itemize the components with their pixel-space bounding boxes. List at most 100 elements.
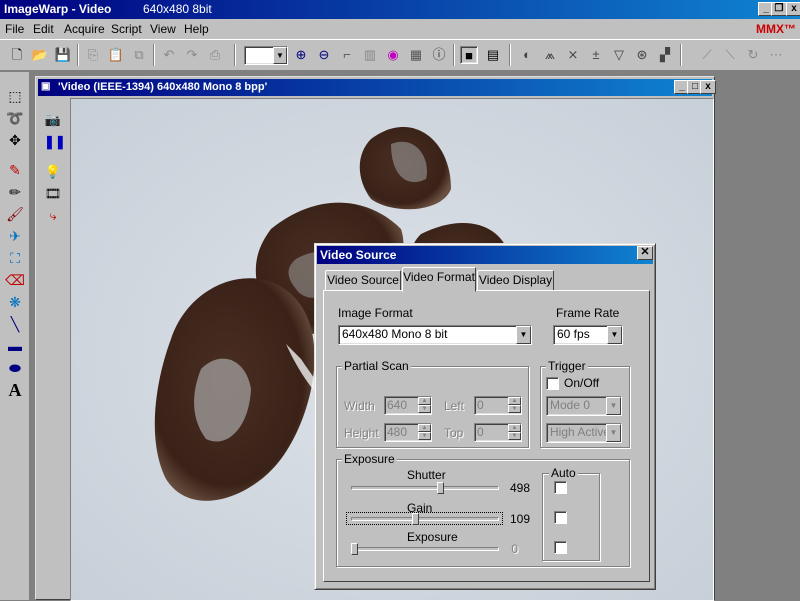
fft-icon[interactable]: ⊛ (633, 46, 651, 64)
dialog-close-button[interactable]: ✕ (637, 246, 653, 260)
shutter-slider-thumb[interactable] (437, 482, 444, 494)
document-icon[interactable]: ▤ (484, 46, 502, 64)
chevron-down-icon[interactable]: ▼ (273, 47, 287, 64)
app-restore-button[interactable]: ❐ (771, 2, 787, 16)
chevron-down-icon[interactable]: ▼ (606, 424, 621, 442)
spin-down-icon[interactable]: ▼ (508, 405, 521, 413)
histogram-icon[interactable]: ▥ (361, 46, 379, 64)
chevron-down-icon[interactable]: ▼ (516, 326, 531, 344)
width-spinner[interactable]: 640 ▲ ▼ (384, 396, 432, 415)
pencil-icon[interactable]: ✏ (5, 182, 25, 202)
menu-acquire[interactable]: Acquire (64, 22, 105, 36)
lightbulb-icon[interactable]: 💡 (44, 163, 62, 181)
menu-view[interactable]: View (150, 22, 176, 36)
lasso-icon[interactable]: ➰ (5, 108, 25, 128)
mmx-logo: MMX™ (756, 22, 796, 36)
peaks-icon[interactable]: ⩕ (541, 46, 559, 64)
shutter-slider-track[interactable] (351, 486, 499, 490)
gain-slider-track[interactable] (351, 517, 499, 521)
fill-bucket-icon[interactable]: ⛶ (5, 248, 25, 268)
trigger-polarity-select[interactable]: High Active ▼ (546, 423, 622, 443)
rectangle-icon[interactable]: ▬ (5, 336, 25, 356)
app-title-bar: ImageWarp - Video 640x480 8bit _ (0, 0, 800, 19)
tab-video-format[interactable]: Video Format (402, 267, 476, 292)
text-tool-icon[interactable]: A (5, 380, 25, 400)
clone-icon[interactable]: ❋ (5, 292, 25, 312)
plus-minus-icon[interactable]: ± (587, 46, 605, 64)
trigger-mode-select[interactable]: Mode 0 ▼ (546, 396, 622, 416)
airbrush-icon[interactable]: ✈ (5, 226, 25, 246)
move-icon[interactable]: ✥ (5, 130, 25, 150)
color-palette-icon[interactable]: ◉ (384, 46, 402, 64)
menu-help[interactable]: Help (184, 22, 209, 36)
menu-script[interactable]: Script (111, 22, 142, 36)
width-label: Width (344, 399, 375, 413)
pause-icon[interactable]: ❚❚ (44, 133, 66, 151)
grid-icon[interactable]: ▦ (407, 46, 425, 64)
duplicate-icon[interactable]: ⧉ (130, 46, 148, 64)
record-icon[interactable]: ⤷ (44, 207, 62, 225)
undo-icon[interactable]: ↶ (160, 46, 178, 64)
new-file-icon[interactable]: 🗋 (8, 46, 26, 64)
rotate-icon[interactable]: ↻ (744, 46, 762, 64)
top-spinner[interactable]: 0 ▲ ▼ (474, 423, 522, 442)
zoom-combo[interactable]: ▼ (244, 46, 288, 65)
menu-edit[interactable]: Edit (33, 22, 54, 36)
zoom-out-icon[interactable]: ⊖ (315, 46, 333, 64)
tile-icon[interactable]: ▞ (656, 46, 674, 64)
snapshot-camera-icon[interactable]: 📷 (44, 111, 62, 129)
arithmetic-icon[interactable]: ⨯ (564, 46, 582, 64)
video-camera-icon[interactable]: ■ (460, 46, 478, 64)
tab-video-display[interactable]: Video Display (477, 270, 554, 291)
spinner-buttons[interactable]: ▲ ▼ (508, 397, 521, 414)
eyedropper-icon[interactable]: ✎ (5, 160, 25, 180)
spin-up-icon[interactable]: ▲ (508, 397, 521, 405)
spin-up-icon[interactable]: ▲ (418, 424, 431, 432)
redo-icon[interactable]: ↷ (183, 46, 201, 64)
info-icon[interactable]: ⓘ (430, 46, 448, 64)
trigger-onoff-checkbox[interactable] (546, 377, 559, 390)
line-icon[interactable]: ╲ (5, 314, 25, 334)
warp-icon[interactable]: ⋯ (767, 46, 785, 64)
spinner-buttons[interactable]: ▲ ▼ (418, 397, 431, 414)
height-spinner[interactable]: 480 ▲ ▼ (384, 423, 432, 442)
contrast-icon[interactable]: ◐ (518, 46, 536, 64)
rect-select-icon[interactable]: ⬚ (5, 86, 25, 106)
line-measure-icon[interactable]: ⟍ (721, 46, 739, 64)
zoom-in-icon[interactable]: ⊕ (292, 46, 310, 64)
spinner-buttons[interactable]: ▲ ▼ (418, 424, 431, 441)
copy-icon[interactable]: ⎘ (84, 46, 102, 64)
measure-icon[interactable]: ⟋ (698, 46, 716, 64)
app-close-button[interactable]: x (786, 2, 800, 16)
video-close-button[interactable]: x (700, 80, 716, 94)
spin-up-icon[interactable]: ▲ (418, 397, 431, 405)
chevron-down-icon[interactable]: ▼ (607, 326, 622, 344)
tab-video-source[interactable]: Video Source (325, 270, 401, 291)
gain-slider-thumb[interactable] (411, 513, 419, 525)
spin-down-icon[interactable]: ▼ (418, 405, 431, 413)
eraser-icon[interactable]: ⌫ (5, 270, 25, 290)
brush-icon[interactable]: 🖌 (5, 204, 25, 224)
print-icon[interactable]: ⎙ (206, 46, 224, 64)
crop-icon[interactable]: ⌐ (338, 46, 356, 64)
auto-shutter-checkbox[interactable] (554, 481, 567, 494)
frame-rate-select[interactable]: 60 fps ▼ (553, 325, 623, 345)
spin-up-icon[interactable]: ▲ (508, 424, 521, 432)
menu-file[interactable]: File (5, 22, 24, 36)
spinner-buttons[interactable]: ▲ ▼ (508, 424, 521, 441)
spin-down-icon[interactable]: ▼ (418, 432, 431, 440)
chevron-down-icon[interactable]: ▼ (606, 397, 621, 415)
auto-exposure-checkbox[interactable] (554, 541, 567, 554)
auto-gain-checkbox[interactable] (554, 511, 567, 524)
filter-icon[interactable]: ▽ (610, 46, 628, 64)
exposure-slider-track[interactable] (351, 547, 499, 551)
paste-icon[interactable]: 📋 (107, 46, 125, 64)
spin-down-icon[interactable]: ▼ (508, 432, 521, 440)
image-format-select[interactable]: 640x480 Mono 8 bit ▼ (338, 325, 532, 345)
open-folder-icon[interactable]: 📂 (31, 46, 49, 64)
film-icon[interactable]: 🎞 (44, 185, 62, 203)
ellipse-icon[interactable]: ⬬ (5, 358, 25, 378)
exposure-slider-thumb[interactable] (351, 543, 358, 555)
left-spinner[interactable]: 0 ▲ ▼ (474, 396, 522, 415)
save-icon[interactable]: 💾 (54, 46, 72, 64)
